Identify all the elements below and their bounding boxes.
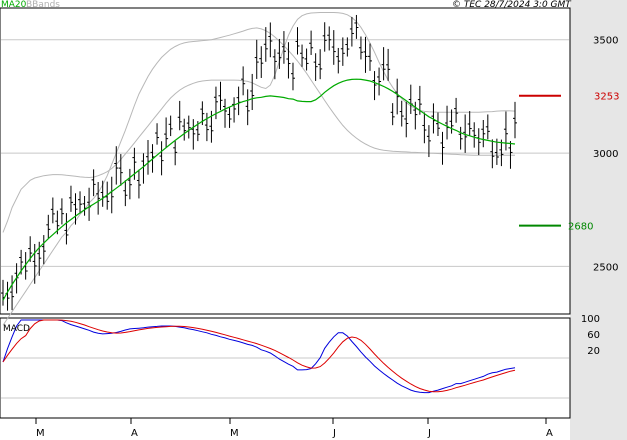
x-tick-label: A	[546, 428, 553, 439]
axis-strip	[570, 0, 627, 440]
support-label: 2680	[568, 222, 593, 233]
x-tick-label: J	[427, 428, 431, 439]
price-tick-label: 3000	[593, 149, 618, 160]
macd-tick-label: 60	[587, 330, 600, 341]
x-tick-label: J	[332, 428, 336, 439]
ma-legend: MA20	[1, 0, 27, 10]
resistance-label: 3253	[594, 92, 619, 103]
macd-title: MACD	[3, 324, 30, 334]
copyright-text: © TEC 28/7/2024 3:0 GMT	[452, 0, 571, 10]
bbands-legend: BBands	[26, 0, 60, 10]
price-tick-label: 3500	[593, 36, 618, 47]
x-tick-label: A	[131, 428, 138, 439]
price-panel	[0, 7, 571, 315]
x-tick-label: M	[230, 428, 239, 439]
price-chart: 3253 2680 3500 3000 2500 100 60 20 M A M J J A MACD	[0, 0, 627, 440]
price-tick-label: 2500	[593, 262, 618, 273]
macd-panel	[0, 317, 571, 419]
x-tick-label: M	[36, 428, 45, 439]
macd-tick-label: 100	[581, 314, 600, 325]
macd-tick-label: 20	[587, 346, 600, 357]
